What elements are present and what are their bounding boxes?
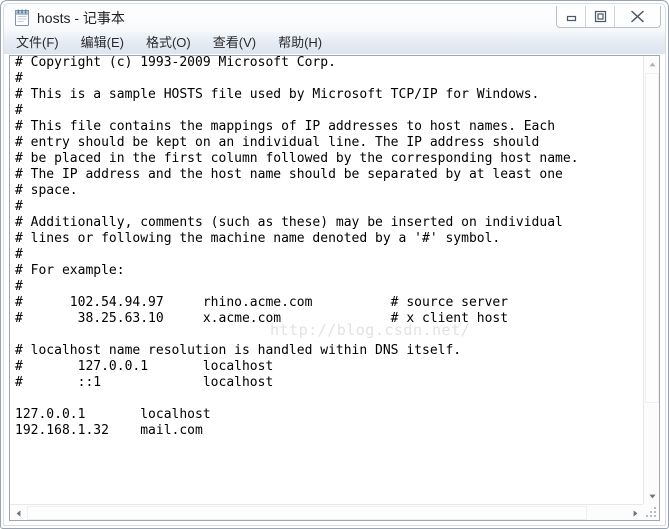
window-controls	[556, 6, 661, 28]
close-icon	[631, 10, 644, 23]
maximize-icon	[594, 10, 606, 23]
editor-client-area: # Copyright (c) 1993-2009 Microsoft Corp…	[9, 55, 660, 521]
resize-grip[interactable]	[646, 507, 657, 518]
window-title: hosts - 记事本	[37, 10, 125, 26]
window-frame-inner: hosts - 记事本 文件(F) 编辑(E) 格式(O) 查看(V) 帮助(H…	[3, 3, 666, 526]
menu-edit[interactable]: 编辑(E)	[81, 32, 124, 54]
menu-help[interactable]: 帮助(H)	[278, 32, 322, 54]
minimize-icon	[566, 15, 576, 22]
text-edit-area[interactable]: # Copyright (c) 1993-2009 Microsoft Corp…	[10, 56, 643, 504]
scroll-left-icon	[16, 509, 20, 517]
notepad-window: hosts - 记事本 文件(F) 编辑(E) 格式(O) 查看(V) 帮助(H…	[0, 0, 669, 529]
title-bar[interactable]: hosts - 记事本	[4, 4, 665, 32]
hosts-file-content[interactable]: # Copyright (c) 1993-2009 Microsoft Corp…	[15, 56, 579, 439]
menu-view[interactable]: 查看(V)	[213, 32, 256, 54]
horizontal-scroll-thumb[interactable]	[27, 506, 587, 520]
scroll-left-button[interactable]	[10, 505, 26, 521]
close-button[interactable]	[615, 6, 660, 27]
notepad-icon	[13, 9, 31, 27]
scroll-right-icon	[633, 509, 637, 517]
horizontal-scrollbar[interactable]	[10, 504, 643, 520]
scroll-right-button[interactable]	[627, 505, 643, 521]
scrollbar-corner	[643, 504, 659, 520]
vertical-scroll-thumb[interactable]	[645, 73, 659, 403]
vertical-scrollbar[interactable]	[643, 56, 659, 504]
minimize-button[interactable]	[557, 6, 586, 27]
scroll-down-button[interactable]	[644, 488, 660, 504]
scroll-up-icon	[648, 62, 656, 66]
scroll-down-icon	[648, 494, 656, 498]
menu-file[interactable]: 文件(F)	[16, 32, 59, 54]
scroll-up-button[interactable]	[644, 56, 660, 72]
menu-format[interactable]: 格式(O)	[146, 32, 191, 54]
menu-bar: 文件(F) 编辑(E) 格式(O) 查看(V) 帮助(H)	[4, 32, 665, 54]
maximize-button[interactable]	[586, 6, 615, 27]
